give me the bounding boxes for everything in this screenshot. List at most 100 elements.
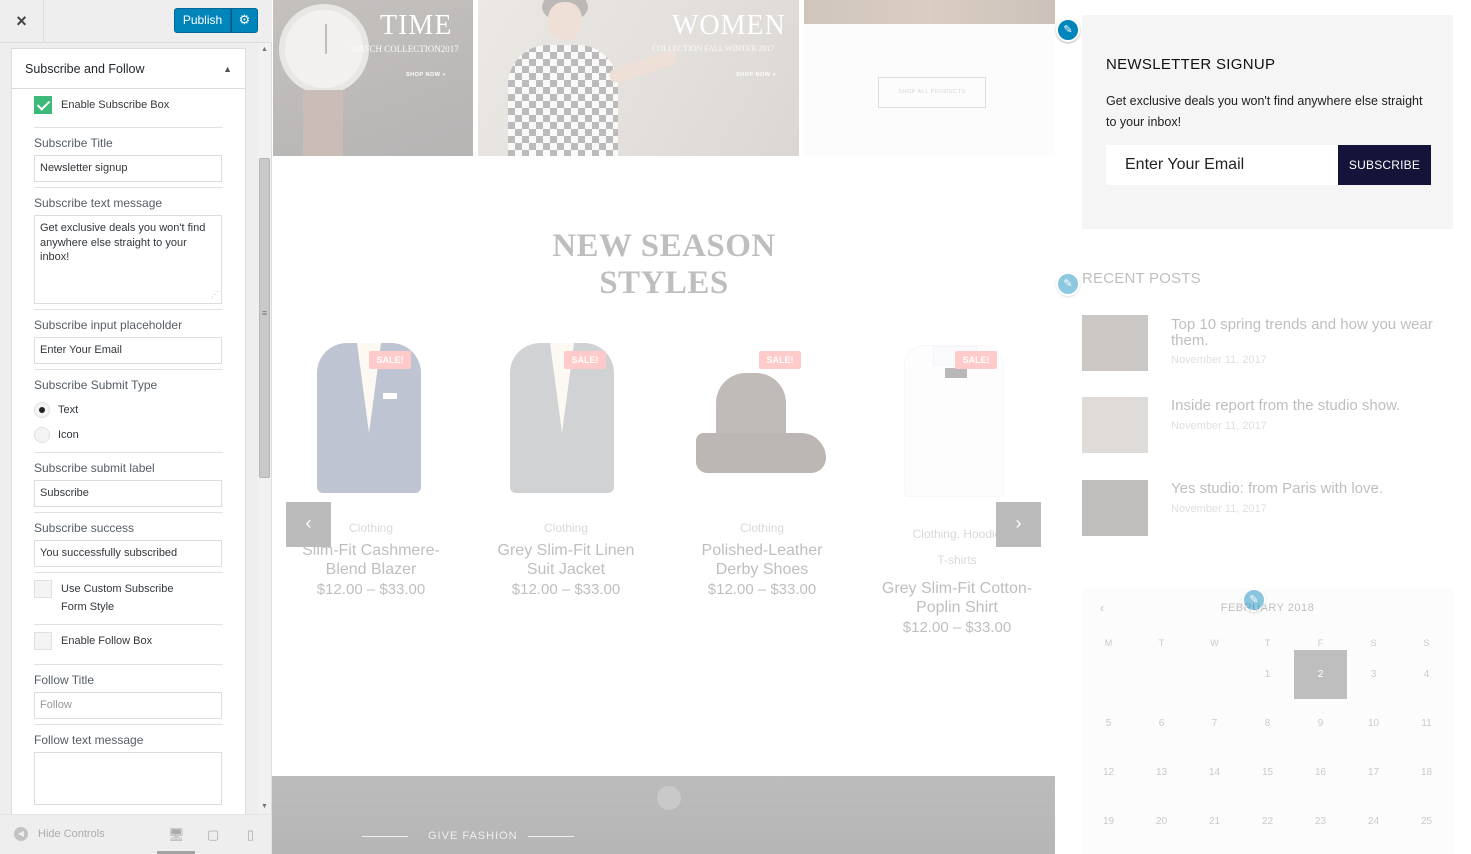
product-image[interactable]: SALE! <box>283 337 459 507</box>
calendar-day[interactable]: 1 <box>1241 650 1294 699</box>
calendar-day[interactable]: 12 <box>1082 748 1135 797</box>
calendar-weekday: M <box>1104 638 1113 648</box>
scroll-down-icon[interactable]: ▼ <box>258 800 271 813</box>
calendar-day[interactable]: 24 <box>1347 797 1400 846</box>
scrollbar[interactable]: ▲ ≡ ▼ <box>258 43 271 813</box>
recent-post[interactable]: Top 10 spring trends and how you wear th… <box>1082 315 1462 373</box>
banner-time-link[interactable]: SHOP NOW » <box>406 72 446 78</box>
publish-button[interactable]: Publish <box>174 8 231 33</box>
post-title[interactable]: Yes studio: from Paris with love. <box>1171 481 1461 497</box>
calendar-day[interactable]: 17 <box>1347 748 1400 797</box>
calendar-day[interactable]: 9 <box>1294 699 1347 748</box>
calendar-day[interactable]: 18 <box>1400 748 1453 797</box>
product-image[interactable]: SALE! <box>869 337 1045 507</box>
calendar-day[interactable]: 13 <box>1135 748 1188 797</box>
post-title[interactable]: Inside report from the studio show. <box>1171 398 1461 414</box>
scroll-up-icon[interactable]: ▲ <box>258 43 271 56</box>
newsletter-subscribe-button[interactable]: SUBSCRIBE <box>1338 145 1431 185</box>
hide-controls-button[interactable]: ◀ Hide Controls <box>14 827 105 841</box>
calendar-week: 5 6 7 8 9 10 11 <box>1082 699 1453 748</box>
shop-all-button[interactable]: SHOP ALL PRODUCTS <box>878 77 986 108</box>
post-thumbnail[interactable] <box>1082 315 1148 371</box>
custom-form-checkbox[interactable] <box>34 580 52 598</box>
follow-text-textarea[interactable] <box>34 752 222 805</box>
product-price: $12.00 – $33.00 <box>316 581 426 598</box>
desktop-icon[interactable]: 🖥 <box>168 827 185 843</box>
enable-subscribe-checkbox[interactable] <box>34 96 52 114</box>
caret-up-icon[interactable]: ▲ <box>223 64 232 74</box>
subscribe-title-input[interactable]: Newsletter signup <box>34 155 222 182</box>
product-card[interactable]: SALE! Clothing Slim-Fit Cashmere-Blend B… <box>283 337 459 598</box>
edit-pencil-icon[interactable]: ✎ <box>1242 588 1266 612</box>
calendar-today[interactable]: 2 <box>1294 650 1347 699</box>
calendar-day[interactable]: 4 <box>1400 650 1453 699</box>
calendar-day[interactable]: 10 <box>1347 699 1400 748</box>
calendar-day[interactable]: 25 <box>1400 797 1453 846</box>
calendar-day[interactable]: 20 <box>1135 797 1188 846</box>
product-name[interactable]: Polished-Leather Derby Shoes <box>674 541 850 579</box>
enable-follow-checkbox[interactable] <box>34 632 52 650</box>
calendar-day[interactable]: 8 <box>1241 699 1294 748</box>
calendar-day[interactable]: 16 <box>1294 748 1347 797</box>
newsletter-email-input[interactable]: Enter Your Email <box>1106 145 1338 185</box>
calendar-day[interactable]: 6 <box>1135 699 1188 748</box>
recent-post[interactable]: Inside report from the studio show. Nove… <box>1082 397 1462 455</box>
product-name[interactable]: Grey Slim-Fit Cotton-Poplin Shirt <box>869 579 1045 617</box>
subscribe-text-label: Subscribe text message <box>34 196 163 210</box>
mobile-icon[interactable]: ▯ <box>247 827 254 843</box>
product-category[interactable]: Clothing <box>674 521 850 537</box>
calendar-day[interactable]: 14 <box>1188 748 1241 797</box>
calendar-day[interactable]: 19 <box>1082 797 1135 846</box>
slider-prev-button[interactable]: ‹ <box>286 502 331 547</box>
product-category[interactable]: Clothing <box>478 521 654 537</box>
calendar-day[interactable]: 11 <box>1400 699 1453 748</box>
calendar-day[interactable]: 15 <box>1241 748 1294 797</box>
custom-form-label: Use Custom Subscribe Form Style <box>61 583 174 613</box>
radio-text[interactable]: Text <box>34 397 223 422</box>
radio-icon-label: Icon <box>58 428 79 441</box>
banner-women-link[interactable]: SHOP NOW » <box>736 72 776 78</box>
product-category-2[interactable]: T-shirts <box>869 553 1045 569</box>
slider-next-button[interactable]: › <box>996 502 1041 547</box>
scrollbar-thumb[interactable]: ≡ <box>259 158 270 478</box>
product-card[interactable]: SALE! Clothing Grey Slim-Fit Linen Suit … <box>478 337 654 598</box>
product-image[interactable]: SALE! <box>674 337 850 507</box>
product-name[interactable]: Grey Slim-Fit Linen Suit Jacket <box>478 541 654 579</box>
newsletter-title: NEWSLETTER SIGNUP <box>1106 56 1276 73</box>
lamp-image <box>657 786 681 810</box>
success-input[interactable]: You successfully subscribed <box>34 540 222 567</box>
edit-pencil-icon[interactable]: ✎ <box>1056 18 1080 42</box>
section-title: Subscribe and Follow <box>25 61 145 76</box>
subscribe-text-textarea[interactable]: Get exclusive deals you won't find anywh… <box>34 215 222 304</box>
placeholder-label: Subscribe input placeholder <box>34 318 183 332</box>
calendar-day[interactable]: 3 <box>1347 650 1400 699</box>
calendar-day[interactable]: 23 <box>1294 797 1347 846</box>
submit-label-input[interactable]: Subscribe <box>34 480 222 507</box>
radio-icon[interactable]: Icon <box>34 422 223 447</box>
radio-icon-button[interactable] <box>34 426 50 443</box>
resize-handle-icon[interactable]: ⋰ <box>211 288 219 303</box>
calendar-day[interactable]: 5 <box>1082 699 1135 748</box>
banner-time[interactable]: TIME WATCH COLLECTION2017 SHOP NOW » <box>273 0 473 156</box>
post-thumbnail[interactable] <box>1082 397 1148 453</box>
recent-post[interactable]: Yes studio: from Paris with love. Novemb… <box>1082 480 1462 538</box>
post-thumbnail[interactable] <box>1082 480 1148 536</box>
calendar-day[interactable]: 22 <box>1241 797 1294 846</box>
post-title[interactable]: Top 10 spring trends and how you wear th… <box>1171 317 1461 349</box>
banner-women[interactable]: WOMEN COLLECTION FALL WINTER 2017 SHOP N… <box>478 0 799 156</box>
product-card[interactable]: SALE! Clothing, Hoodie T-shirts Grey Sli… <box>869 337 1045 636</box>
calendar-day[interactable]: 21 <box>1188 797 1241 846</box>
close-icon[interactable]: × <box>0 0 44 43</box>
radio-text-button[interactable] <box>34 401 50 418</box>
product-image[interactable]: SALE! <box>478 337 654 507</box>
tablet-icon[interactable]: ▢ <box>207 827 219 843</box>
section-header[interactable]: Subscribe and Follow ▲ <box>12 49 245 89</box>
calendar-widget: ‹ FEBRUARY 2018 M T W T F S S 1 2 3 4 5 6 7 8 9 10 11 12 13… <box>1082 588 1453 854</box>
follow-title-input[interactable]: Follow <box>34 692 222 719</box>
bottom-banner: GIVE FASHION <box>272 776 1055 854</box>
edit-pencil-icon[interactable]: ✎ <box>1056 272 1080 296</box>
product-card[interactable]: SALE! Clothing Polished-Leather Derby Sh… <box>674 337 850 598</box>
gear-icon[interactable]: ⚙ <box>231 8 258 33</box>
calendar-day[interactable]: 7 <box>1188 699 1241 748</box>
placeholder-input[interactable]: Enter Your Email <box>34 337 222 364</box>
